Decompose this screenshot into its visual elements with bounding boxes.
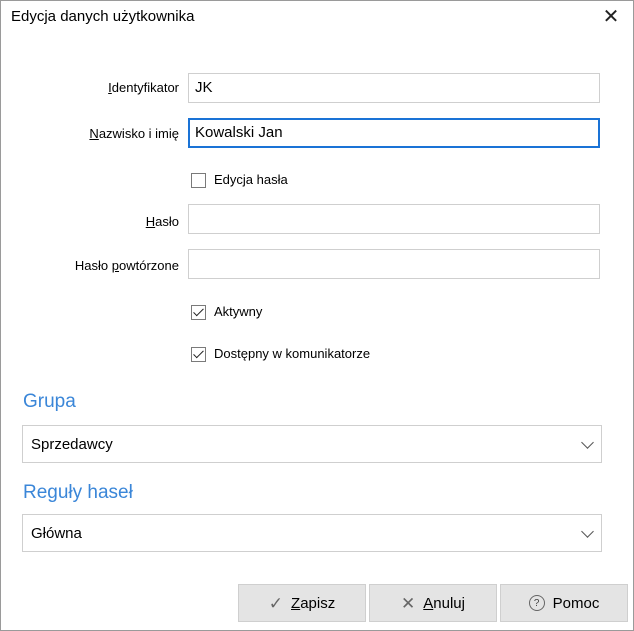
user-edit-dialog: Edycja danych użytkownika ✕ Identyfikato… (0, 0, 634, 631)
question-circle-icon: ? (528, 595, 545, 611)
edit-password-checkbox[interactable] (191, 173, 206, 188)
identifier-input[interactable]: JK (188, 73, 600, 103)
close-icon: ✕ (401, 593, 416, 613)
help-button-label: Pomoc (552, 594, 600, 612)
chevron-down-icon (581, 436, 594, 449)
password-input[interactable] (188, 204, 600, 234)
group-header: Grupa (23, 391, 76, 412)
close-icon[interactable]: ✕ (589, 1, 633, 31)
cancel-button-label: Anuluj (423, 594, 465, 612)
title-bar: Edycja danych użytkownika ✕ (1, 1, 633, 31)
help-button[interactable]: ? Pomoc (500, 584, 628, 622)
cancel-button[interactable]: ✕ Anuluj (369, 584, 497, 622)
chevron-down-icon (581, 525, 594, 538)
password-rules-header: Reguły haseł (23, 482, 133, 503)
active-checkbox[interactable] (191, 305, 206, 320)
password-rules-selected-value: Główna (31, 525, 82, 542)
password-label: Hasło (145, 214, 179, 229)
group-select[interactable]: Sprzedawcy (22, 425, 602, 463)
messenger-label: Dostępny w komunikatorze (214, 346, 371, 361)
password-rules-select[interactable]: Główna (22, 514, 602, 552)
check-icon: ✓ (268, 593, 284, 613)
active-label: Aktywny (214, 304, 263, 319)
group-selected-value: Sprzedawcy (31, 436, 113, 453)
save-button[interactable]: ✓ Zapisz (238, 584, 366, 622)
password-repeat-input[interactable] (188, 249, 600, 279)
save-button-label: Zapisz (291, 594, 336, 612)
name-label: Nazwisko i imię (89, 126, 179, 141)
identifier-label: Identyfikator (108, 80, 179, 95)
messenger-checkbox[interactable] (191, 347, 206, 362)
name-input[interactable]: Kowalski Jan (188, 118, 600, 148)
password-repeat-label: Hasło powtórzone (74, 258, 179, 273)
window-title: Edycja danych użytkownika (11, 8, 195, 25)
edit-password-label: Edycja hasła (214, 172, 288, 187)
